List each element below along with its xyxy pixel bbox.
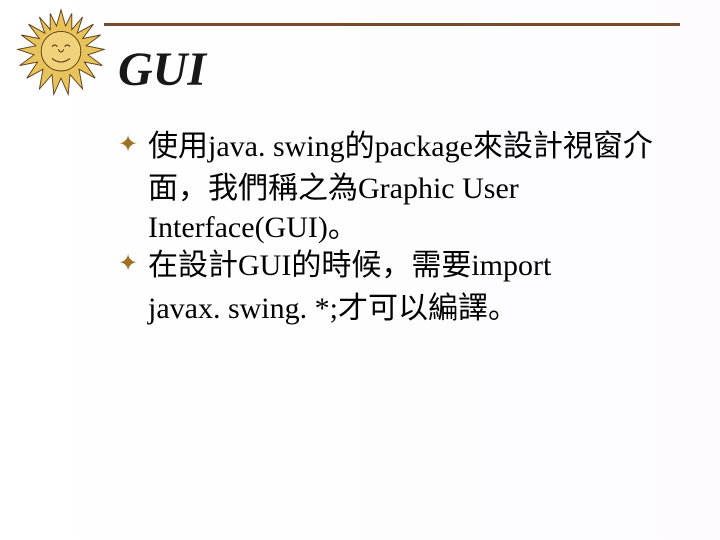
bullet-line: Interface(GUI)。	[148, 211, 358, 244]
title-rule	[104, 23, 680, 26]
slide-title: GUI	[118, 42, 206, 97]
bullet-line: javax. swing. *;才可以編譯。	[148, 292, 518, 325]
bullet-continuation: Interface(GUI)。	[118, 209, 664, 247]
bullet-continuation: 面，我們稱之為Graphic User	[118, 170, 664, 208]
bullet-line: 使用java. swing的package來設計視窗介	[148, 130, 653, 163]
bullet-continuation: javax. swing. *;才可以編譯。	[118, 290, 664, 328]
slide-body: 使用java. swing的package來設計視窗介 面，我們稱之為Graph…	[118, 128, 664, 328]
bullet-line: 面，我們稱之為Graphic User	[148, 172, 519, 205]
slide: GUI 使用java. swing的package來設計視窗介 面，我們稱之為G…	[0, 0, 720, 540]
bullet-item: 使用java. swing的package來設計視窗介	[118, 128, 664, 166]
bullet-item: 在設計GUI的時候，需要import	[118, 247, 664, 285]
bullet-line: 在設計GUI的時候，需要import	[148, 249, 551, 282]
sun-icon	[16, 8, 106, 98]
